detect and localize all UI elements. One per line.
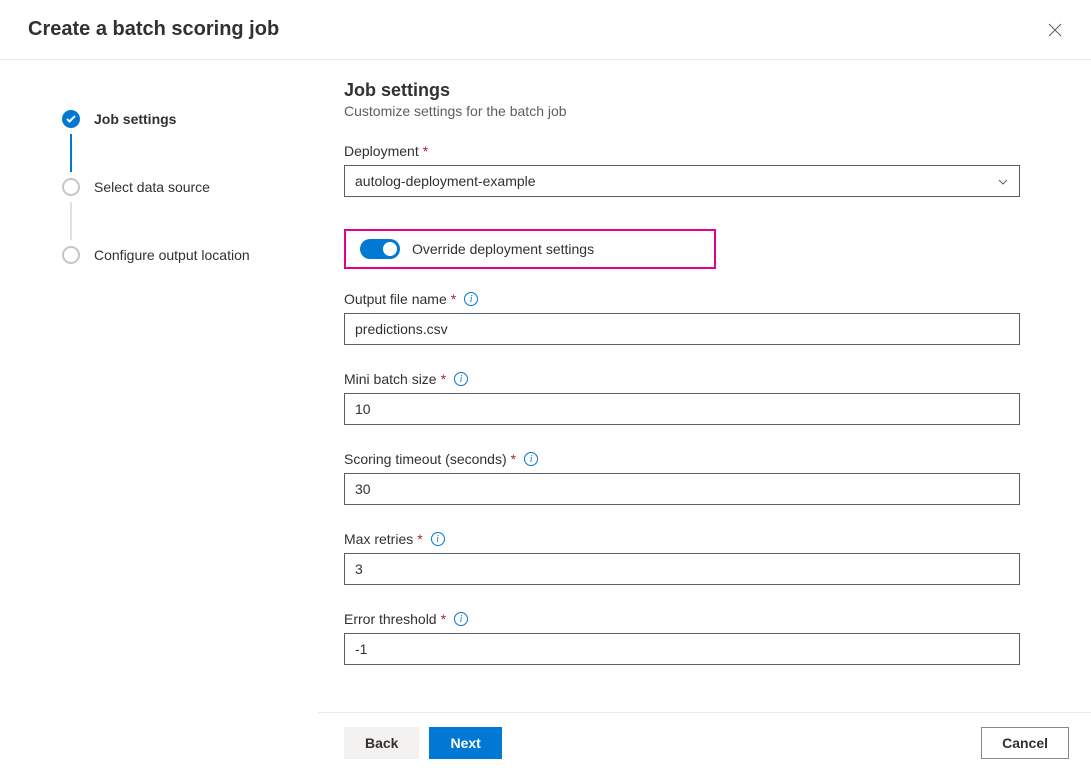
required-mark: * xyxy=(511,451,516,467)
next-button[interactable]: Next xyxy=(429,727,501,759)
required-mark: * xyxy=(417,531,422,547)
cancel-button[interactable]: Cancel xyxy=(981,727,1069,759)
main-scroll[interactable]: Job settings Customize settings for the … xyxy=(318,60,1091,712)
section-title: Job settings xyxy=(344,80,1067,101)
close-icon xyxy=(1048,23,1062,37)
timeout-label: Scoring timeout (seconds) * i xyxy=(344,451,1067,467)
step-connector xyxy=(70,134,72,172)
info-icon[interactable]: i xyxy=(431,532,445,546)
override-toggle-label: Override deployment settings xyxy=(412,241,594,257)
step-label: Configure output location xyxy=(94,247,250,263)
step-select-data-source[interactable]: Select data source xyxy=(62,178,318,196)
label-text: Deployment xyxy=(344,143,419,159)
error-threshold-field: Error threshold * i xyxy=(344,611,1067,665)
close-button[interactable] xyxy=(1039,14,1071,46)
chevron-down-icon xyxy=(997,175,1009,187)
check-icon xyxy=(62,110,80,128)
info-icon[interactable]: i xyxy=(454,612,468,626)
timeout-input[interactable] xyxy=(344,473,1020,505)
batch-scoring-dialog: Create a batch scoring job Job settings … xyxy=(0,0,1091,772)
timeout-field: Scoring timeout (seconds) * i xyxy=(344,451,1067,505)
deployment-field: Deployment * autolog-deployment-example xyxy=(344,143,1067,197)
deployment-label: Deployment * xyxy=(344,143,1067,159)
step-label: Job settings xyxy=(94,111,176,127)
dialog-footer: Back Next Cancel xyxy=(318,712,1091,772)
mini-batch-input[interactable] xyxy=(344,393,1020,425)
mini-batch-label: Mini batch size * i xyxy=(344,371,1067,387)
label-text: Mini batch size xyxy=(344,371,437,387)
info-icon[interactable]: i xyxy=(464,292,478,306)
toggle-knob xyxy=(383,242,397,256)
max-retries-label: Max retries * i xyxy=(344,531,1067,547)
label-text: Scoring timeout (seconds) xyxy=(344,451,507,467)
override-toggle[interactable] xyxy=(360,239,400,259)
label-text: Error threshold xyxy=(344,611,437,627)
error-threshold-label: Error threshold * i xyxy=(344,611,1067,627)
wizard-steps: Job settings Select data source Configur… xyxy=(0,60,318,772)
error-threshold-input[interactable] xyxy=(344,633,1020,665)
info-icon[interactable]: i xyxy=(524,452,538,466)
required-mark: * xyxy=(423,143,428,159)
circle-icon xyxy=(62,246,80,264)
info-icon[interactable]: i xyxy=(454,372,468,386)
section-subtitle: Customize settings for the batch job xyxy=(344,103,1067,119)
deployment-value: autolog-deployment-example xyxy=(355,173,536,189)
back-button[interactable]: Back xyxy=(344,727,419,759)
output-file-label: Output file name * i xyxy=(344,291,1067,307)
label-text: Output file name xyxy=(344,291,447,307)
deployment-select[interactable]: autolog-deployment-example xyxy=(344,165,1020,197)
footer-left: Back Next xyxy=(344,727,502,759)
required-mark: * xyxy=(441,371,446,387)
mini-batch-field: Mini batch size * i xyxy=(344,371,1067,425)
max-retries-input[interactable] xyxy=(344,553,1020,585)
dialog-title: Create a batch scoring job xyxy=(28,18,279,41)
step-label: Select data source xyxy=(94,179,210,195)
dialog-header: Create a batch scoring job xyxy=(0,0,1091,60)
output-file-input[interactable] xyxy=(344,313,1020,345)
required-mark: * xyxy=(451,291,456,307)
step-connector xyxy=(70,202,72,240)
main-panel: Job settings Customize settings for the … xyxy=(318,60,1091,772)
output-file-field: Output file name * i xyxy=(344,291,1067,345)
dialog-body: Job settings Select data source Configur… xyxy=(0,60,1091,772)
max-retries-field: Max retries * i xyxy=(344,531,1067,585)
label-text: Max retries xyxy=(344,531,413,547)
required-mark: * xyxy=(441,611,446,627)
override-toggle-highlight: Override deployment settings xyxy=(344,229,716,269)
circle-icon xyxy=(62,178,80,196)
step-configure-output-location[interactable]: Configure output location xyxy=(62,246,318,264)
step-job-settings[interactable]: Job settings xyxy=(62,110,318,128)
